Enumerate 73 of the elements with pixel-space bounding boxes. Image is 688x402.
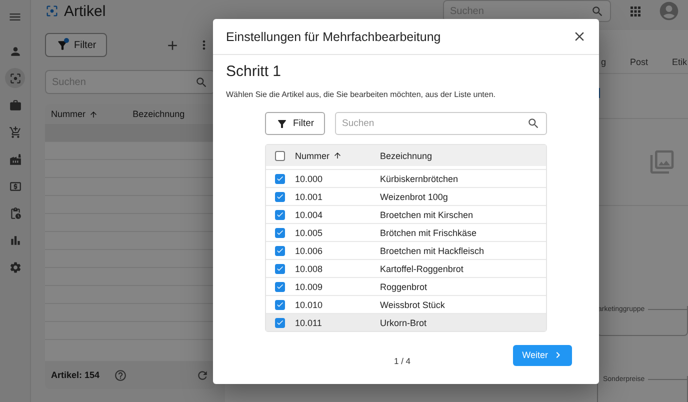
sidebar-item[interactable] — [5, 68, 25, 88]
clipboard-icon — [8, 206, 22, 220]
table-cell: Brötchen mit Frischkäse — [380, 228, 477, 238]
row-checkbox[interactable] — [275, 318, 285, 328]
table-cell: Weizenbrot 100g — [380, 192, 448, 202]
page-indicator: 1 / 4 — [394, 356, 411, 366]
row-checkbox[interactable] — [275, 300, 285, 310]
row-checkbox[interactable] — [275, 228, 285, 238]
table-cell: Weissbrot Stück — [380, 300, 445, 310]
avatar-icon[interactable] — [658, 0, 680, 22]
apps-grid-icon[interactable] — [628, 4, 643, 18]
row-checkbox[interactable] — [275, 192, 285, 202]
search-icon — [591, 4, 604, 18]
table-cell: Broetchen mit Kirschen — [380, 210, 474, 220]
settings-icon — [8, 260, 22, 274]
step-title: Schritt 1 — [226, 63, 282, 80]
table-row[interactable]: 10.005 Brötchen mit Frischkäse — [266, 223, 546, 241]
money-icon — [8, 180, 22, 192]
tab[interactable]: Etik — [672, 56, 687, 66]
table-cell: Urkorn-Brot — [380, 318, 427, 328]
briefcase-icon — [8, 98, 22, 112]
factory-icon — [8, 152, 22, 166]
table-cell-text: 10.004 — [295, 210, 324, 220]
table-cell-text: 10.006 — [295, 246, 324, 256]
table-cell: Kartoffel-Roggenbrot — [380, 264, 464, 274]
table-cell-text: 10.001 — [295, 192, 324, 202]
sort-arrow-icon — [88, 110, 98, 118]
filter-icon — [276, 118, 288, 130]
person-icon — [8, 44, 22, 58]
dialog-title: Einstellungen für Mehrfachbearbeitung — [226, 30, 441, 44]
row-checkbox[interactable] — [275, 282, 285, 292]
table-row[interactable]: 10.009 Roggenbrot — [266, 277, 546, 295]
table-row[interactable]: 10.011 Urkorn-Brot — [266, 313, 546, 331]
row-checkbox[interactable] — [275, 264, 285, 274]
column-header[interactable]: Bezeichnung — [132, 109, 209, 119]
focus-icon — [8, 72, 22, 84]
row-checkbox[interactable] — [275, 174, 285, 184]
filter-button[interactable]: Filter — [265, 112, 325, 135]
column-header[interactable]: Bezeichnung — [380, 150, 432, 160]
table-row[interactable]: 10.001 Weizenbrot 100g — [266, 187, 546, 205]
page-title: Artikel — [64, 2, 106, 20]
column-header[interactable]: Nummer — [295, 150, 380, 160]
search-icon — [195, 76, 208, 88]
table-row[interactable]: 10.006 Broetchen mit Hackfleisch — [266, 241, 546, 259]
select-all-checkbox[interactable] — [275, 150, 285, 160]
table-row[interactable]: 10.004 Broetchen mit Kirschen — [266, 205, 546, 223]
table-cell-text: 10.008 — [295, 264, 324, 274]
table-row[interactable]: 10.010 Weissbrot Stück — [266, 295, 546, 313]
table-cell-text: 10.010 — [295, 300, 324, 310]
row-checkbox[interactable] — [275, 210, 285, 220]
table-cell-text: 10.011 — [295, 318, 323, 328]
description: Wählen Sie die Artikel aus, die Sie bearbeiten möchten, aus der Liste unten. — [226, 90, 496, 99]
table-cell: Broetchen mit Hackfleisch — [380, 246, 484, 256]
item-count: Artikel: 154 — [51, 370, 100, 380]
column-header[interactable]: Nummer — [51, 109, 103, 119]
refresh-icon[interactable] — [196, 368, 209, 382]
search-icon — [527, 117, 540, 130]
table-row[interactable]: 10.008 Kartoffel-Roggenbrot — [266, 259, 546, 277]
table-cell: Roggenbrot — [380, 282, 428, 292]
row-checkbox[interactable] — [275, 246, 285, 256]
help-icon[interactable] — [114, 368, 127, 382]
cart-icon — [8, 126, 22, 138]
app-logo-icon — [45, 4, 59, 18]
image-placeholder-icon — [648, 148, 676, 176]
tab[interactable]: Post — [630, 56, 648, 66]
filter-button[interactable]: Filter — [45, 33, 108, 57]
table-cell: Kürbiskernbrötchen — [380, 174, 458, 184]
table-cell-text: 10.009 — [295, 282, 324, 292]
table-cell-text: 10.000 — [295, 174, 324, 184]
table-row[interactable]: 10.000 Kürbiskernbrötchen — [266, 169, 546, 187]
sort-arrow-icon — [332, 151, 342, 160]
bar-chart-icon — [8, 234, 22, 246]
table-cell-text: 10.005 — [295, 228, 324, 238]
